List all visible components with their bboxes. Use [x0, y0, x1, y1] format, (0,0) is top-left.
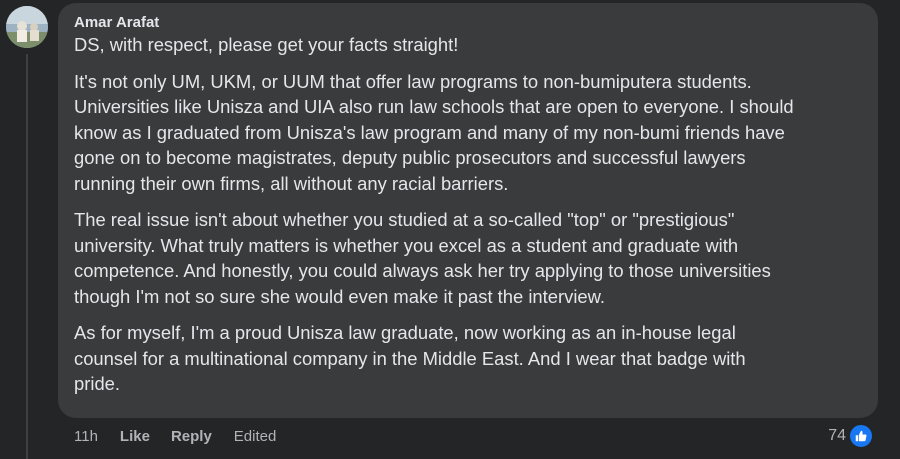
thread-line — [26, 54, 28, 459]
reaction-summary[interactable]: 74 — [828, 423, 874, 449]
thumbs-up-icon — [848, 423, 874, 449]
like-button[interactable]: Like — [120, 428, 150, 445]
avatar[interactable] — [6, 6, 48, 48]
comment-paragraph-3: The real issue isn't about whether you s… — [74, 209, 771, 307]
comment-paragraph-4: As for myself, I'm a proud Unisza law gr… — [74, 322, 746, 394]
comment-paragraph-2: It's not only UM, UKM, or UUM that offer… — [74, 70, 794, 194]
reply-button[interactable]: Reply — [171, 428, 212, 445]
comment-thread: Amar Arafat DS, with respect, please get… — [0, 0, 900, 459]
edited-label[interactable]: Edited — [234, 428, 277, 445]
avatar-photo-icon — [6, 6, 48, 48]
comment-author[interactable]: Amar Arafat — [74, 13, 862, 32]
comment-paragraph-1: DS, with respect, please get your facts … — [74, 34, 459, 55]
comment-bubble: Amar Arafat DS, with respect, please get… — [58, 3, 878, 418]
reaction-count: 74 — [828, 427, 846, 444]
comment-actions: 11h Like Reply Edited — [74, 426, 276, 446]
comment-timestamp[interactable]: 11h — [74, 428, 98, 445]
